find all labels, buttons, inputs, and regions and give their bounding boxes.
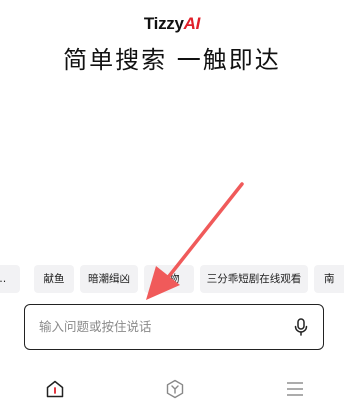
suggestion-chip-label: 三分乖短剧在线观看 xyxy=(206,273,302,285)
suggestion-chip-label: 暗潮缉凶 xyxy=(88,273,130,285)
logo-text: Tizzy xyxy=(143,14,184,33)
search-bar xyxy=(24,304,324,350)
home-icon[interactable] xyxy=(44,378,66,400)
suggestion-chip[interactable]: 三分乖短剧在线观看 xyxy=(200,265,308,293)
menu-icon[interactable] xyxy=(284,378,306,400)
suggestion-chip-label: 献鱼 xyxy=(43,273,65,285)
suggestion-chip[interactable]: 暗潮缉凶 xyxy=(80,265,138,293)
suggestion-chips: … 献鱼 暗潮缉凶 …物 三分乖短剧在线观看 南 xyxy=(0,265,344,293)
app-logo: TizzyAI xyxy=(0,14,344,34)
logo-accent: AI xyxy=(183,14,201,33)
search-input[interactable] xyxy=(39,305,279,348)
suggestion-chip[interactable]: 献鱼 xyxy=(34,265,74,293)
slogan-heading: 简单搜索 一触即达 xyxy=(63,46,281,74)
suggestion-chip[interactable]: 南 xyxy=(314,265,344,293)
suggestion-chip-label: 南 xyxy=(324,273,335,285)
suggestion-chip[interactable]: …物 xyxy=(144,265,194,293)
discover-icon[interactable] xyxy=(164,378,186,400)
suggestion-chip[interactable]: … xyxy=(0,265,20,293)
bottom-tab-bar xyxy=(0,378,344,402)
suggestion-chip-label: … xyxy=(0,273,6,285)
microphone-icon[interactable] xyxy=(293,318,309,336)
suggestion-chip-label: …物 xyxy=(158,273,180,285)
